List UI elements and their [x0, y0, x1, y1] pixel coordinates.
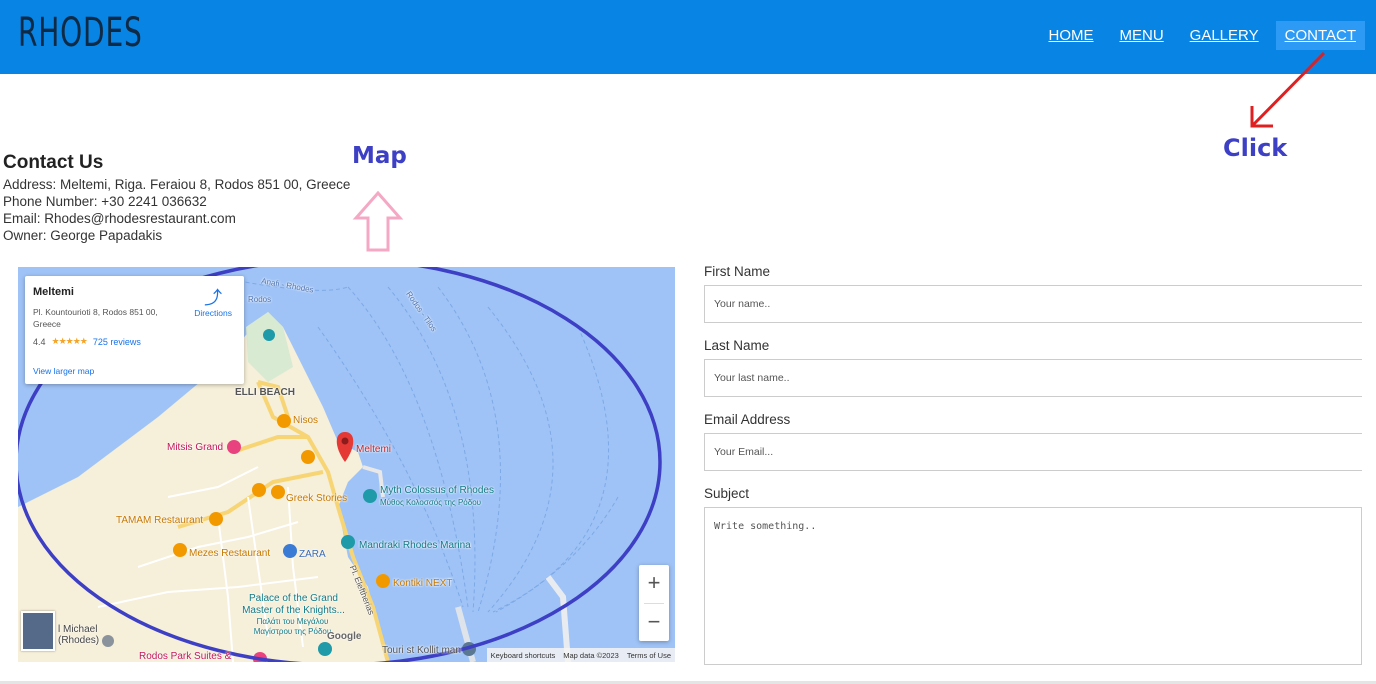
directions-label: Directions	[194, 308, 232, 318]
subject-textarea[interactable]: Write something..	[704, 507, 1362, 665]
map-label-kontiki: Kontiki NEXT	[393, 578, 453, 589]
first-name-input[interactable]: Your name..	[704, 285, 1362, 323]
star-rating-icon: ★★★★★	[51, 336, 88, 346]
zoom-controls: + −	[639, 565, 669, 641]
nav-menu[interactable]: MENU	[1111, 21, 1173, 50]
map-arrow-annotation	[352, 190, 404, 252]
terms-of-use-link[interactable]: Terms of Use	[627, 651, 671, 660]
place-reviews-link[interactable]: 725 reviews	[93, 337, 141, 347]
directions-icon: ⤴	[204, 288, 223, 308]
zoom-in-button[interactable]: +	[639, 565, 669, 603]
map-label-rodos: Rodos	[248, 295, 272, 304]
map-annotation-label: Map	[352, 143, 407, 169]
first-name-label: First Name	[704, 264, 771, 279]
subject-label: Subject	[704, 486, 750, 501]
place-address: Pl. Kountourioti 8, Rodos 851 00, Greece	[33, 307, 158, 329]
map-label-tamam: TAMAM Restaurant	[116, 515, 204, 526]
map-data-credit: Map data ©2023	[563, 650, 619, 660]
map-label-tourist: Touri st Kollit man	[382, 645, 461, 656]
google-logo: Google	[327, 631, 362, 642]
contact-form: First Name Your name.. Last Name Your la…	[704, 264, 1362, 680]
contact-phone: Phone Number: +30 2241 036632	[3, 194, 207, 209]
contact-info: Contact Us Address: Meltemi, Riga. Ferai…	[3, 152, 350, 244]
map-label-palace: Palace of the Grand Master of the Knight…	[242, 593, 345, 616]
nav-gallery[interactable]: GALLERY	[1181, 21, 1268, 50]
place-rating-row: 4.4 ★★★★★ 725 reviews	[33, 336, 236, 347]
nav-home[interactable]: HOME	[1040, 21, 1103, 50]
map-label-greek-stories: Greek Stories	[286, 493, 348, 504]
click-arrow-annotation	[1250, 51, 1326, 128]
map-label-zara: ZARA	[299, 549, 326, 560]
embedded-map[interactable]: ELLI BEACH Nisos Meltemi Mitsis Grand Gr…	[18, 267, 675, 662]
map-label-colossus: Myth Colossus of Rhodes	[380, 485, 494, 496]
view-larger-map-link[interactable]: View larger map	[33, 366, 94, 376]
map-footer: Keyboard shortcuts Map data ©2023 Terms …	[486, 648, 675, 662]
zoom-out-button[interactable]: −	[639, 604, 669, 642]
brand-logo[interactable]: RHODES	[18, 10, 143, 56]
contact-email: Email: Rhodes@rhodesrestaurant.com	[3, 211, 236, 226]
keyboard-shortcuts-link[interactable]: Keyboard shortcuts	[491, 651, 556, 660]
map-label-michael: l Michael (Rhodes)	[58, 624, 100, 646]
street-view-thumbnail[interactable]	[21, 611, 55, 651]
map-label-rodos-park: Rodos Park Suites &	[139, 651, 232, 662]
nav-contact[interactable]: CONTACT	[1275, 21, 1365, 50]
last-name-label: Last Name	[704, 338, 770, 353]
email-label: Email Address	[704, 412, 791, 427]
main-nav: HOME MENU GALLERY CONTACT	[1040, 21, 1365, 50]
map-label-meltemi: Meltemi	[356, 444, 392, 455]
directions-button[interactable]: ⤴ Directions	[194, 288, 232, 318]
email-input[interactable]: Your Email...	[704, 433, 1362, 471]
map-label-elli-beach: ELLI BEACH	[235, 387, 295, 398]
contact-owner: Owner: George Papadakis	[3, 228, 163, 243]
contact-heading: Contact Us	[3, 152, 104, 173]
map-label-colossus-gr: Μύθος Κολοσσός της Ρόδου	[380, 498, 482, 507]
place-card: Meltemi Pl. Kountourioti 8, Rodos 851 00…	[25, 276, 244, 384]
map-label-mezes: Mezes Restaurant	[189, 548, 271, 559]
map-label-nisos: Nisos	[293, 415, 319, 426]
top-navbar: RHODES HOME MENU GALLERY CONTACT	[0, 0, 1376, 74]
click-annotation-label: Click	[1223, 134, 1288, 162]
map-label-mitsis: Mitsis Grand	[167, 442, 224, 453]
last-name-input[interactable]: Your last name..	[704, 359, 1362, 397]
map-label-mandraki: Mandraki Rhodes Marina	[359, 540, 471, 551]
contact-address: Address: Meltemi, Riga. Feraiou 8, Rodos…	[3, 177, 351, 192]
place-rating-value: 4.4	[33, 336, 46, 347]
